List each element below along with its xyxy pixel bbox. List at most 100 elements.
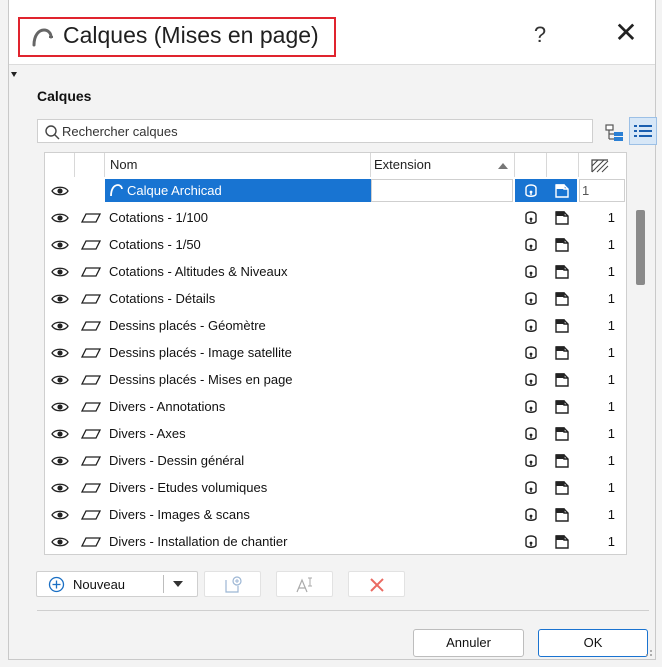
search-box[interactable] <box>37 119 593 143</box>
intersection-group-number[interactable]: 1 <box>595 231 615 258</box>
delete-button[interactable] <box>348 571 405 597</box>
lock-icon[interactable] <box>522 317 540 335</box>
table-row[interactable]: Divers - Images & scans 1 <box>45 501 626 528</box>
tree-view-icon[interactable] <box>603 120 627 144</box>
visibility-eye-icon[interactable] <box>51 401 69 413</box>
intersection-group-number[interactable]: 1 <box>595 393 615 420</box>
layer-name: Divers - Etudes volumiques <box>109 480 268 495</box>
intersection-group-number[interactable]: 1 <box>595 366 615 393</box>
wireframe-icon[interactable] <box>553 290 571 308</box>
resize-grip-icon[interactable] <box>643 647 653 657</box>
intersection-group-number[interactable]: 1 <box>595 339 615 366</box>
lock-icon[interactable] <box>522 290 540 308</box>
lock-icon[interactable] <box>522 398 540 416</box>
lock-icon[interactable] <box>522 425 540 443</box>
wireframe-icon[interactable] <box>553 236 571 254</box>
visibility-eye-icon[interactable] <box>51 347 69 359</box>
wireframe-icon[interactable] <box>553 263 571 281</box>
dropdown-arrow-icon[interactable] <box>173 581 183 588</box>
intersection-group-number[interactable]: 1 <box>595 285 615 312</box>
cancel-button[interactable]: Annuler <box>413 629 524 657</box>
lock-icon[interactable] <box>522 263 540 281</box>
wireframe-icon[interactable] <box>553 209 571 227</box>
visibility-eye-icon[interactable] <box>51 266 69 278</box>
wireframe-icon[interactable] <box>553 506 571 524</box>
new-layer-button[interactable]: Nouveau <box>36 571 198 597</box>
lock-icon[interactable] <box>522 344 540 362</box>
intersection-group-number[interactable]: 1 <box>595 204 615 231</box>
collapse-triangle-icon[interactable] <box>11 72 17 77</box>
visibility-eye-icon[interactable] <box>51 293 69 305</box>
table-row[interactable]: Divers - Axes 1 <box>45 420 626 447</box>
table-row[interactable]: Cotations - 1/100 1 <box>45 204 626 231</box>
wireframe-icon[interactable] <box>553 479 571 497</box>
visibility-eye-icon[interactable] <box>51 482 69 494</box>
table-row[interactable]: Cotations - Détails 1 <box>45 285 626 312</box>
search-input[interactable] <box>62 122 582 140</box>
table-row[interactable]: Divers - Dessin général 1 <box>45 447 626 474</box>
visibility-eye-icon[interactable] <box>51 320 69 332</box>
lock-icon[interactable] <box>522 479 540 497</box>
lock-icon[interactable] <box>522 209 540 227</box>
intersection-group-number[interactable]: 1 <box>595 447 615 474</box>
col-extension[interactable]: Extension <box>371 153 515 177</box>
table-row[interactable]: Cotations - 1/50 1 <box>45 231 626 258</box>
col-wire[interactable] <box>547 153 579 177</box>
close-button[interactable]: ✕ <box>611 18 641 48</box>
list-view-button[interactable] <box>629 117 657 145</box>
help-button[interactable]: ? <box>527 20 553 50</box>
table-row[interactable]: Dessins placés - Mises en page 1 <box>45 366 626 393</box>
intersection-group-number[interactable]: 1 <box>595 474 615 501</box>
lock-icon[interactable] <box>522 182 540 200</box>
visibility-eye-icon[interactable] <box>51 185 69 197</box>
intersection-group-number[interactable]: 1 <box>595 420 615 447</box>
col-intersection[interactable] <box>579 153 626 177</box>
ok-button[interactable]: OK <box>538 629 648 657</box>
wireframe-icon[interactable] <box>553 398 571 416</box>
rename-button[interactable] <box>276 571 333 597</box>
table-row-selected[interactable]: Calque Archicad 1 <box>45 177 626 204</box>
visibility-eye-icon[interactable] <box>51 455 69 467</box>
wireframe-icon[interactable] <box>553 533 571 551</box>
new-from-selection-button[interactable] <box>204 571 261 597</box>
col-lock-type[interactable] <box>75 153 105 177</box>
split-divider <box>163 575 164 593</box>
layer-name: Divers - Dessin général <box>109 453 245 468</box>
intersection-group-number[interactable]: 1 <box>595 528 615 554</box>
lock-icon[interactable] <box>522 506 540 524</box>
intersection-group-number[interactable]: 1 <box>582 177 602 204</box>
layer-name: Dessins placés - Image satellite <box>109 345 292 360</box>
visibility-eye-icon[interactable] <box>51 374 69 386</box>
table-row[interactable]: Divers - Etudes volumiques 1 <box>45 474 626 501</box>
wireframe-icon[interactable] <box>553 344 571 362</box>
visibility-eye-icon[interactable] <box>51 509 69 521</box>
table-row[interactable]: Dessins placés - Image satellite 1 <box>45 339 626 366</box>
wireframe-icon[interactable] <box>553 317 571 335</box>
intersection-group-number[interactable]: 1 <box>595 258 615 285</box>
col-visibility[interactable] <box>45 153 75 177</box>
lock-icon[interactable] <box>522 452 540 470</box>
wireframe-icon[interactable] <box>553 182 571 200</box>
table-row[interactable]: Divers - Installation de chantier 1 <box>45 528 626 554</box>
visibility-eye-icon[interactable] <box>51 428 69 440</box>
table-row[interactable]: Cotations - Altitudes & Niveaux 1 <box>45 258 626 285</box>
layer-type-icon <box>81 455 101 467</box>
table-row[interactable]: Divers - Annotations 1 <box>45 393 626 420</box>
wireframe-icon[interactable] <box>553 371 571 389</box>
intersection-group-number[interactable]: 1 <box>595 312 615 339</box>
lock-icon[interactable] <box>522 533 540 551</box>
scrollbar-thumb[interactable] <box>636 210 645 285</box>
visibility-eye-icon[interactable] <box>51 239 69 251</box>
table-row[interactable]: Dessins placés - Géomètre 1 <box>45 312 626 339</box>
lock-icon[interactable] <box>522 371 540 389</box>
col-name[interactable]: Nom <box>105 153 371 177</box>
archicad-layer-icon <box>109 183 123 197</box>
visibility-eye-icon[interactable] <box>51 212 69 224</box>
wireframe-icon[interactable] <box>553 452 571 470</box>
wireframe-icon[interactable] <box>553 425 571 443</box>
extension-cell[interactable] <box>371 179 513 202</box>
visibility-eye-icon[interactable] <box>51 536 69 548</box>
col-lock[interactable] <box>515 153 547 177</box>
lock-icon[interactable] <box>522 236 540 254</box>
intersection-group-number[interactable]: 1 <box>595 501 615 528</box>
